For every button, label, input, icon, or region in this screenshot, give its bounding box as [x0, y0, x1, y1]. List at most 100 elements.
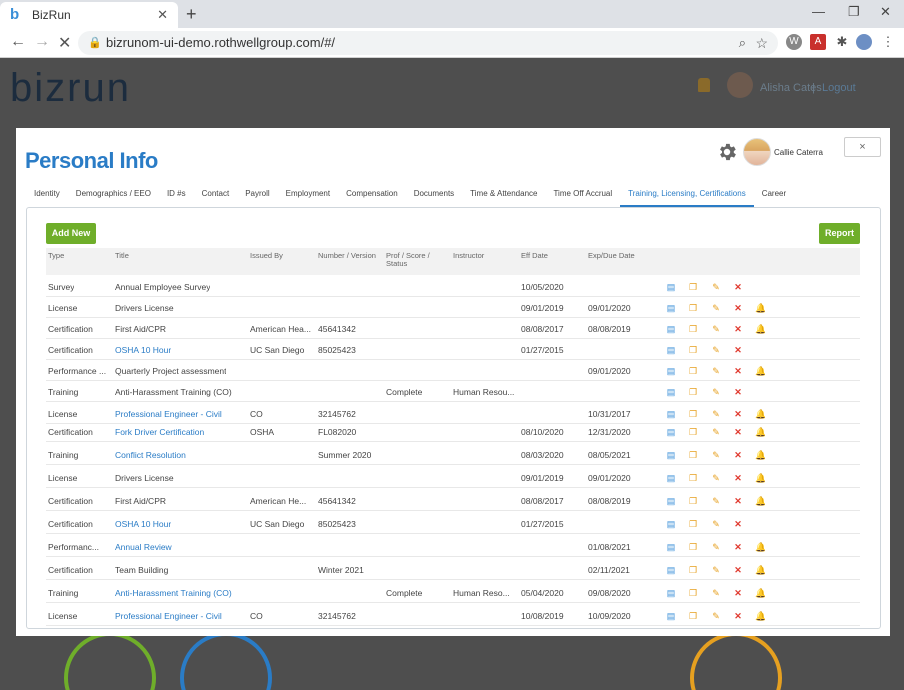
cell-title[interactable]: Professional Engineer - Civil [115, 409, 222, 419]
document-icon[interactable]: ▤ [666, 324, 676, 334]
copy-icon[interactable]: ❐ [688, 324, 698, 334]
document-icon[interactable]: ▤ [666, 345, 676, 355]
tab-career[interactable]: Career [754, 185, 794, 207]
copy-icon[interactable]: ❐ [688, 542, 698, 552]
minimize-icon[interactable]: — [812, 4, 825, 19]
delete-icon[interactable]: ✕ [733, 588, 743, 598]
delete-icon[interactable]: ✕ [733, 519, 743, 529]
extension-w-icon[interactable]: W [786, 34, 802, 50]
menu-kebab-icon[interactable]: ⋮ [880, 34, 896, 50]
pencil-icon[interactable]: ✎ [711, 565, 721, 575]
copy-icon[interactable]: ❐ [688, 303, 698, 313]
pencil-icon[interactable]: ✎ [711, 345, 721, 355]
document-icon[interactable]: ▤ [666, 565, 676, 575]
bookmark-star-icon[interactable]: ☆ [755, 31, 768, 55]
pencil-icon[interactable]: ✎ [711, 450, 721, 460]
delete-icon[interactable]: ✕ [733, 542, 743, 552]
bell-icon[interactable]: 🔔 [755, 542, 765, 552]
pencil-icon[interactable]: ✎ [711, 409, 721, 419]
bell-icon[interactable]: 🔔 [755, 496, 765, 506]
pencil-icon[interactable]: ✎ [711, 387, 721, 397]
cell-title[interactable]: Annual Review [115, 542, 172, 552]
document-icon[interactable]: ▤ [666, 473, 676, 483]
delete-icon[interactable]: ✕ [733, 366, 743, 376]
cell-title[interactable]: Professional Engineer - Civil [115, 611, 222, 621]
report-button[interactable]: Report [819, 223, 860, 244]
delete-icon[interactable]: ✕ [733, 473, 743, 483]
tab-id-s[interactable]: ID #s [159, 185, 194, 207]
document-icon[interactable]: ▤ [666, 303, 676, 313]
delete-icon[interactable]: ✕ [733, 345, 743, 355]
zoom-icon[interactable]: ⌕ [739, 31, 746, 55]
gear-icon[interactable] [716, 141, 738, 163]
pencil-icon[interactable]: ✎ [711, 303, 721, 313]
copy-icon[interactable]: ❐ [688, 611, 698, 621]
pencil-icon[interactable]: ✎ [711, 324, 721, 334]
delete-icon[interactable]: ✕ [733, 282, 743, 292]
pencil-icon[interactable]: ✎ [711, 427, 721, 437]
tab-time-off-accrual[interactable]: Time Off Accrual [545, 185, 620, 207]
document-icon[interactable]: ▤ [666, 427, 676, 437]
cell-title[interactable]: Fork Driver Certification [115, 427, 204, 437]
document-icon[interactable]: ▤ [666, 387, 676, 397]
copy-icon[interactable]: ❐ [688, 588, 698, 598]
bell-icon[interactable]: 🔔 [755, 473, 765, 483]
cell-title[interactable]: OSHA 10 Hour [115, 345, 171, 355]
delete-icon[interactable]: ✕ [733, 611, 743, 621]
bell-icon[interactable]: 🔔 [755, 366, 765, 376]
bell-icon[interactable]: 🔔 [755, 324, 765, 334]
add-new-button[interactable]: Add New [46, 223, 96, 244]
cell-title[interactable]: OSHA 10 Hour [115, 519, 171, 529]
document-icon[interactable]: ▤ [666, 542, 676, 552]
copy-icon[interactable]: ❐ [688, 427, 698, 437]
tab-demographics-eeo[interactable]: Demographics / EEO [68, 185, 159, 207]
bell-icon[interactable]: 🔔 [755, 409, 765, 419]
forward-icon[interactable]: → [34, 33, 50, 51]
delete-icon[interactable]: ✕ [733, 409, 743, 419]
copy-icon[interactable]: ❐ [688, 409, 698, 419]
pencil-icon[interactable]: ✎ [711, 473, 721, 483]
pencil-icon[interactable]: ✎ [711, 519, 721, 529]
close-window-icon[interactable]: ✕ [880, 4, 891, 20]
document-icon[interactable]: ▤ [666, 611, 676, 621]
delete-icon[interactable]: ✕ [733, 427, 743, 437]
cell-title[interactable]: Anti-Harassment Training (CO) [115, 588, 232, 598]
pdf-extension-icon[interactable]: A [810, 34, 826, 50]
delete-icon[interactable]: ✕ [733, 324, 743, 334]
bell-icon[interactable]: 🔔 [755, 588, 765, 598]
bell-icon[interactable]: 🔔 [755, 450, 765, 460]
document-icon[interactable]: ▤ [666, 282, 676, 292]
tab-documents[interactable]: Documents [406, 185, 462, 207]
cell-title[interactable]: Conflict Resolution [115, 450, 186, 460]
tab-employment[interactable]: Employment [278, 185, 338, 207]
copy-icon[interactable]: ❐ [688, 366, 698, 376]
profile-avatar-icon[interactable] [856, 34, 872, 50]
delete-icon[interactable]: ✕ [733, 387, 743, 397]
tab-contact[interactable]: Contact [194, 185, 238, 207]
pencil-icon[interactable]: ✎ [711, 588, 721, 598]
bell-icon[interactable]: 🔔 [755, 565, 765, 575]
copy-icon[interactable]: ❐ [688, 450, 698, 460]
copy-icon[interactable]: ❐ [688, 519, 698, 529]
tab-compensation[interactable]: Compensation [338, 185, 406, 207]
bell-icon[interactable]: 🔔 [755, 427, 765, 437]
document-icon[interactable]: ▤ [666, 409, 676, 419]
bell-icon[interactable]: 🔔 [755, 611, 765, 621]
copy-icon[interactable]: ❐ [688, 387, 698, 397]
tab-identity[interactable]: Identity [26, 185, 68, 207]
delete-icon[interactable]: ✕ [733, 450, 743, 460]
copy-icon[interactable]: ❐ [688, 473, 698, 483]
pencil-icon[interactable]: ✎ [711, 282, 721, 292]
tab-close-icon[interactable]: ✕ [157, 7, 168, 23]
copy-icon[interactable]: ❐ [688, 565, 698, 575]
pencil-icon[interactable]: ✎ [711, 542, 721, 552]
copy-icon[interactable]: ❐ [688, 496, 698, 506]
pencil-icon[interactable]: ✎ [711, 366, 721, 376]
user-avatar[interactable] [743, 138, 771, 166]
logout-link[interactable]: Logout [822, 82, 856, 94]
modal-close-button[interactable]: × [844, 137, 881, 157]
delete-icon[interactable]: ✕ [733, 303, 743, 313]
pencil-icon[interactable]: ✎ [711, 611, 721, 621]
bell-icon[interactable]: 🔔 [755, 303, 765, 313]
stop-icon[interactable]: ✕ [58, 33, 71, 53]
